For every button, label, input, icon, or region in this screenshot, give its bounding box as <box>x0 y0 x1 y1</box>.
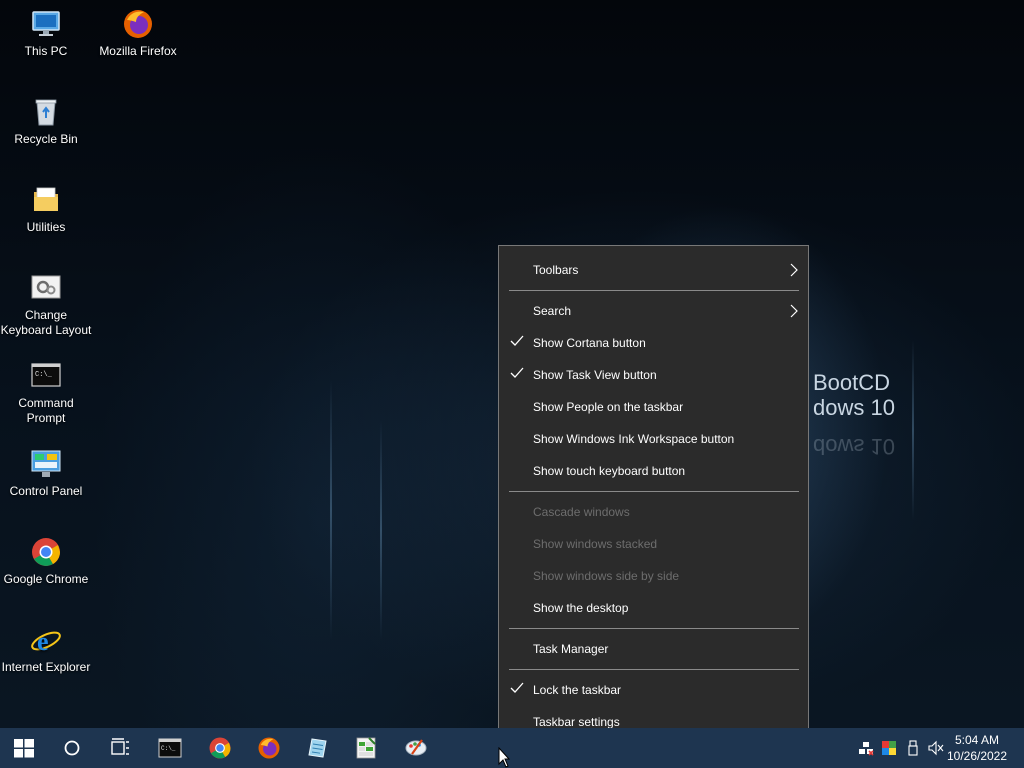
taskbar[interactable]: C:\_ 5:04 AM 10/26/2022 <box>0 728 1024 768</box>
computer-icon <box>30 8 62 40</box>
taskbar-google-chrome[interactable] <box>196 728 244 768</box>
firefox-icon <box>258 737 280 759</box>
folder-icon <box>30 184 62 216</box>
menu-item-show-windows-side-by-side: Show windows side by side <box>533 569 680 583</box>
menu-item-show-the-desktop[interactable]: Show the desktop <box>499 592 808 624</box>
chevron-right-icon <box>790 263 798 277</box>
firefox-icon <box>122 8 154 40</box>
desktop-icon-command-prompt[interactable]: C:\_ Command Prompt <box>0 360 92 426</box>
svg-text:C:\_: C:\_ <box>35 371 53 379</box>
desktop-icon-internet-explorer[interactable]: e Internet Explorer <box>0 624 92 675</box>
taskbar-spreadsheet-editor[interactable] <box>342 728 390 768</box>
desktop-icon-this-pc[interactable]: This PC <box>0 8 92 59</box>
wallpaper-streak <box>330 380 332 640</box>
menu-item-show-cortana-button[interactable]: Show Cortana button <box>499 327 808 359</box>
menu-item-lock-the-taskbar[interactable]: Lock the taskbar <box>499 674 808 706</box>
menu-separator <box>509 628 799 629</box>
wallpaper-title-line2: dows 10 <box>813 395 895 420</box>
clock-date: 10/26/2022 <box>946 749 1008 763</box>
svg-text:C:\_: C:\_ <box>161 745 176 752</box>
menu-item-search[interactable]: Search <box>499 295 808 327</box>
taskbar-command-prompt[interactable]: C:\_ <box>146 728 194 768</box>
notepad-icon <box>308 738 327 758</box>
task-view-icon <box>111 738 129 755</box>
taskbar-clock[interactable]: 5:04 AM 10/26/2022 <box>942 732 1012 764</box>
cortana-search-icon <box>64 740 80 756</box>
taskbar-firefox[interactable] <box>245 728 293 768</box>
chrome-icon <box>209 737 231 759</box>
svg-text:e: e <box>37 627 49 656</box>
menu-item-show-task-view-button[interactable]: Show Task View button <box>499 359 808 391</box>
checkmark-icon <box>510 682 524 693</box>
color-display-icon[interactable] <box>881 740 897 756</box>
desktop-icon-mozilla-firefox[interactable]: Mozilla Firefox <box>92 8 184 59</box>
menu-item-toolbars[interactable]: Toolbars <box>499 254 808 286</box>
taskbar-paint[interactable] <box>392 728 440 768</box>
taskbar-notepad[interactable] <box>294 728 342 768</box>
menu-item-show-people[interactable]: Show People on the taskbar <box>499 391 808 423</box>
internet-explorer-icon: e <box>30 624 62 656</box>
wallpaper-streak <box>912 340 914 520</box>
chevron-right-icon <box>790 304 798 318</box>
desktop-icon-google-chrome[interactable]: Google Chrome <box>0 536 92 587</box>
desktop-icon-change-keyboard-layout[interactable]: Change Keyboard Layout <box>0 272 92 338</box>
command-prompt-icon: C:\_ <box>30 360 62 392</box>
paint-icon <box>405 739 427 756</box>
mouse-cursor-icon <box>498 747 510 768</box>
menu-item-cascade-windows: Cascade windows <box>533 505 630 519</box>
wallpaper-reflection: dows 10 <box>813 434 895 459</box>
keyboard-settings-icon <box>30 272 62 304</box>
task-view-button[interactable] <box>96 728 144 768</box>
menu-item-task-manager[interactable]: Task Manager <box>499 633 808 665</box>
desktop-icon-control-panel[interactable]: Control Panel <box>0 448 92 499</box>
chrome-icon <box>30 536 62 568</box>
recycle-bin-icon <box>30 96 62 128</box>
spreadsheet-icon <box>356 737 376 759</box>
menu-separator <box>509 491 799 492</box>
desktop-icon-recycle-bin[interactable]: Recycle Bin <box>0 96 92 147</box>
checkmark-icon <box>510 367 524 378</box>
command-prompt-icon: C:\_ <box>158 738 182 758</box>
network-icon[interactable] <box>858 740 874 756</box>
taskbar-context-menu: Toolbars Search Show Cortana button Show… <box>498 245 809 745</box>
usb-icon[interactable] <box>905 740 921 756</box>
menu-separator <box>509 669 799 670</box>
start-icon <box>14 739 34 758</box>
menu-separator <box>509 290 799 291</box>
checkmark-icon <box>510 335 524 346</box>
desktop-icon-utilities[interactable]: Utilities <box>0 184 92 235</box>
cortana-button[interactable] <box>48 728 96 768</box>
clock-time: 5:04 AM <box>954 733 1000 747</box>
control-panel-icon <box>30 448 62 480</box>
menu-item-show-windows-ink[interactable]: Show Windows Ink Workspace button <box>499 423 808 455</box>
start-button[interactable] <box>0 728 48 768</box>
wallpaper-title-line1: BootCD <box>813 370 891 395</box>
menu-item-show-windows-stacked: Show windows stacked <box>533 537 658 551</box>
menu-item-show-touch-keyboard[interactable]: Show touch keyboard button <box>499 455 808 487</box>
wallpaper-streak <box>380 420 382 640</box>
